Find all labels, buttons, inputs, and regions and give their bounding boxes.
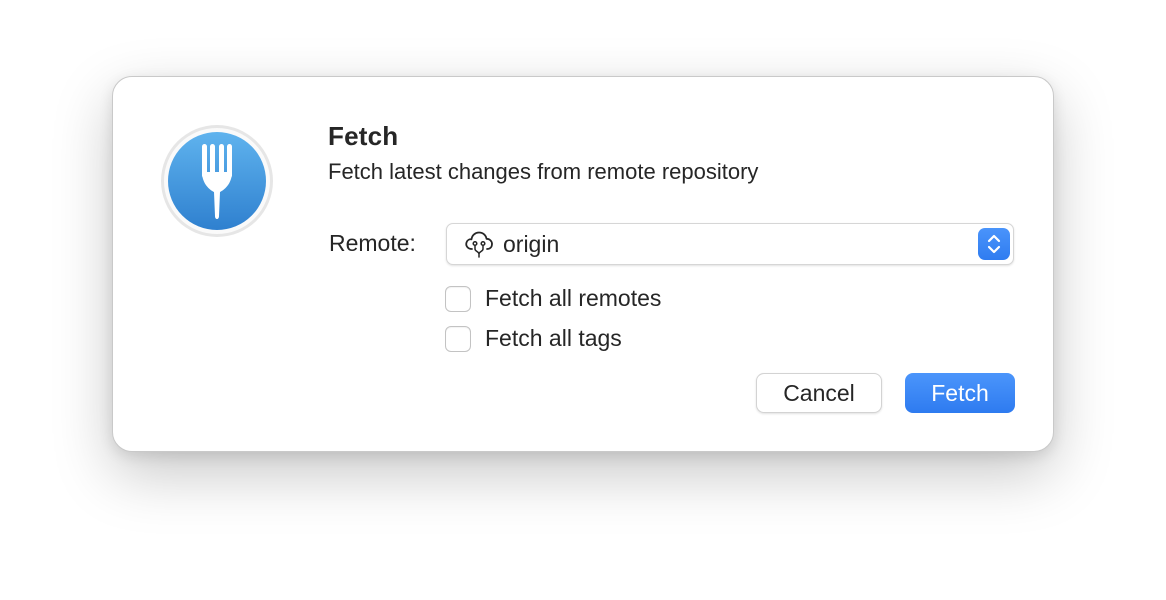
chevron-up-down-icon[interactable] <box>978 228 1010 260</box>
remote-selected-value: origin <box>503 231 560 257</box>
dialog-subtitle: Fetch latest changes from remote reposit… <box>328 159 759 184</box>
remote-label: Remote: <box>329 230 416 256</box>
fetch-all-remotes-checkbox[interactable] <box>445 286 471 312</box>
cancel-button[interactable]: Cancel <box>756 373 882 413</box>
fetch-all-tags-checkbox[interactable] <box>445 326 471 352</box>
fetch-all-remotes-label: Fetch all remotes <box>485 285 662 311</box>
fetch-dialog: Fetch Fetch latest changes from remote r… <box>112 76 1054 452</box>
cloud-remote-icon <box>465 231 493 258</box>
dialog-title: Fetch <box>328 121 399 151</box>
fetch-all-tags-label: Fetch all tags <box>485 325 622 351</box>
fork-icon <box>160 124 274 238</box>
fetch-button[interactable]: Fetch <box>905 373 1015 413</box>
remote-select[interactable]: origin <box>446 223 1014 265</box>
